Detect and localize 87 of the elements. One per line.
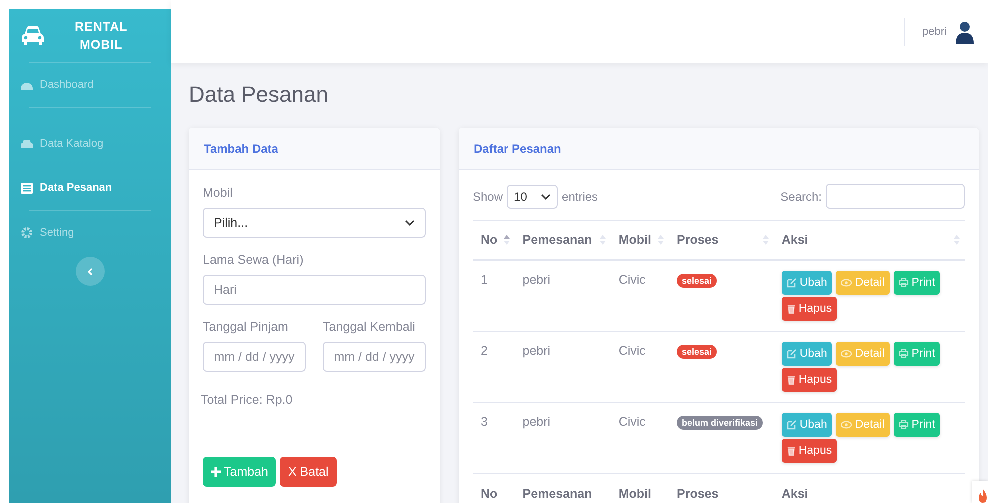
- table-cell: pebri: [514, 402, 611, 474]
- date-field[interactable]: mm / dd / yyyy: [203, 342, 306, 372]
- card-title: Daftar Pesanan: [474, 142, 562, 156]
- column-footer: Mobil: [610, 474, 670, 503]
- edit-button[interactable]: Ubah: [782, 271, 832, 295]
- trash-icon: [786, 446, 796, 456]
- card-title: Tambah Data: [204, 142, 278, 156]
- edit-icon: [786, 349, 797, 359]
- field-label: Tanggal Pinjam: [203, 320, 290, 334]
- trash-icon: [786, 375, 796, 385]
- status-badge: selesai: [677, 345, 718, 359]
- column-header[interactable]: Pemesanan: [514, 220, 611, 260]
- search-field[interactable]: [826, 184, 965, 209]
- eye-icon: [841, 421, 852, 429]
- delete-button[interactable]: Hapus: [782, 439, 838, 463]
- table-cell: 2: [473, 332, 515, 402]
- brand-name: RENTAL MOBIL: [75, 18, 128, 54]
- add-button[interactable]: Tambah: [203, 457, 276, 487]
- search-label: Search:: [780, 190, 822, 204]
- eye-icon: [841, 350, 852, 358]
- date-field[interactable]: mm / dd / yyyy: [323, 342, 426, 372]
- sidebar-item[interactable]: Data Pesanan: [19, 166, 161, 210]
- show-label: Show: [473, 190, 504, 204]
- sidebar-item[interactable]: Setting: [19, 211, 161, 255]
- gear-icon: [21, 227, 33, 239]
- sort-icon: [658, 235, 664, 245]
- detail-button[interactable]: Detail: [836, 413, 890, 437]
- printer-icon: [898, 278, 909, 288]
- trash-icon: [786, 304, 796, 314]
- chevron-down-icon: [541, 194, 552, 200]
- column-header[interactable]: Mobil: [610, 220, 670, 260]
- printer-icon: [898, 349, 909, 359]
- car-select[interactable]: Pilih...: [203, 208, 426, 238]
- column-footer: Pemesanan: [514, 474, 611, 503]
- edit-button[interactable]: Ubah: [782, 342, 832, 366]
- car-icon: [21, 139, 33, 149]
- user-avatar-icon[interactable]: [955, 20, 975, 44]
- sort-icon: [954, 235, 960, 245]
- detail-button[interactable]: Detail: [836, 342, 890, 366]
- print-button[interactable]: Print: [894, 413, 940, 437]
- sort-icon: [762, 235, 769, 245]
- edit-icon: [786, 420, 797, 430]
- column-header[interactable]: Aksi: [774, 220, 965, 260]
- total-price: Total Price: Rp.0: [201, 393, 294, 407]
- status-badge: belum diverifikasi: [677, 416, 764, 430]
- print-button[interactable]: Print: [894, 271, 940, 295]
- gauge-icon: [21, 80, 33, 90]
- list-icon: [21, 182, 33, 194]
- printer-icon: [898, 420, 909, 430]
- plus-icon: [211, 467, 221, 477]
- edit-button[interactable]: Ubah: [782, 413, 832, 437]
- page-title: Data Pesanan: [189, 82, 330, 108]
- flame-icon[interactable]: [972, 481, 988, 503]
- field-label: Tanggal Kembali: [323, 320, 416, 334]
- chevron-left-icon: [87, 268, 93, 276]
- print-button[interactable]: Print: [894, 342, 940, 366]
- column-footer: Proses: [669, 474, 774, 503]
- delete-button[interactable]: Hapus: [782, 297, 838, 321]
- eye-icon: [841, 279, 852, 287]
- table-cell: pebri: [514, 332, 611, 402]
- column-footer: Aksi: [774, 474, 965, 503]
- field-label: Mobil: [203, 186, 234, 200]
- field-label: Lama Sewa (Hari): [203, 253, 305, 267]
- sort-icon: [504, 235, 510, 245]
- table-cell: Civic: [610, 260, 670, 332]
- column-header[interactable]: Proses: [669, 220, 774, 260]
- column-footer: No: [473, 474, 515, 503]
- table-cell: 1: [473, 260, 515, 332]
- chevron-down-icon: [405, 220, 415, 226]
- table-cell: Civic: [610, 332, 670, 402]
- user-name[interactable]: pebri: [922, 26, 947, 38]
- entries-label: entries: [562, 190, 598, 204]
- sidebar-item[interactable]: Data Katalog: [19, 122, 161, 166]
- table-cell: pebri: [514, 260, 611, 332]
- table-cell: 3: [473, 402, 515, 474]
- sort-icon: [600, 235, 606, 245]
- days-field[interactable]: Hari: [203, 275, 426, 305]
- edit-icon: [786, 278, 797, 288]
- car-icon: [21, 26, 45, 46]
- detail-button[interactable]: Detail: [836, 271, 890, 295]
- table-cell: Civic: [610, 402, 670, 474]
- entries-select[interactable]: 10: [507, 184, 558, 208]
- delete-button[interactable]: Hapus: [782, 368, 838, 392]
- status-badge: selesai: [677, 274, 718, 288]
- sidebar-item[interactable]: Dashboard: [19, 63, 161, 107]
- cancel-button[interactable]: X Batal: [280, 457, 337, 487]
- column-header[interactable]: No: [473, 220, 515, 260]
